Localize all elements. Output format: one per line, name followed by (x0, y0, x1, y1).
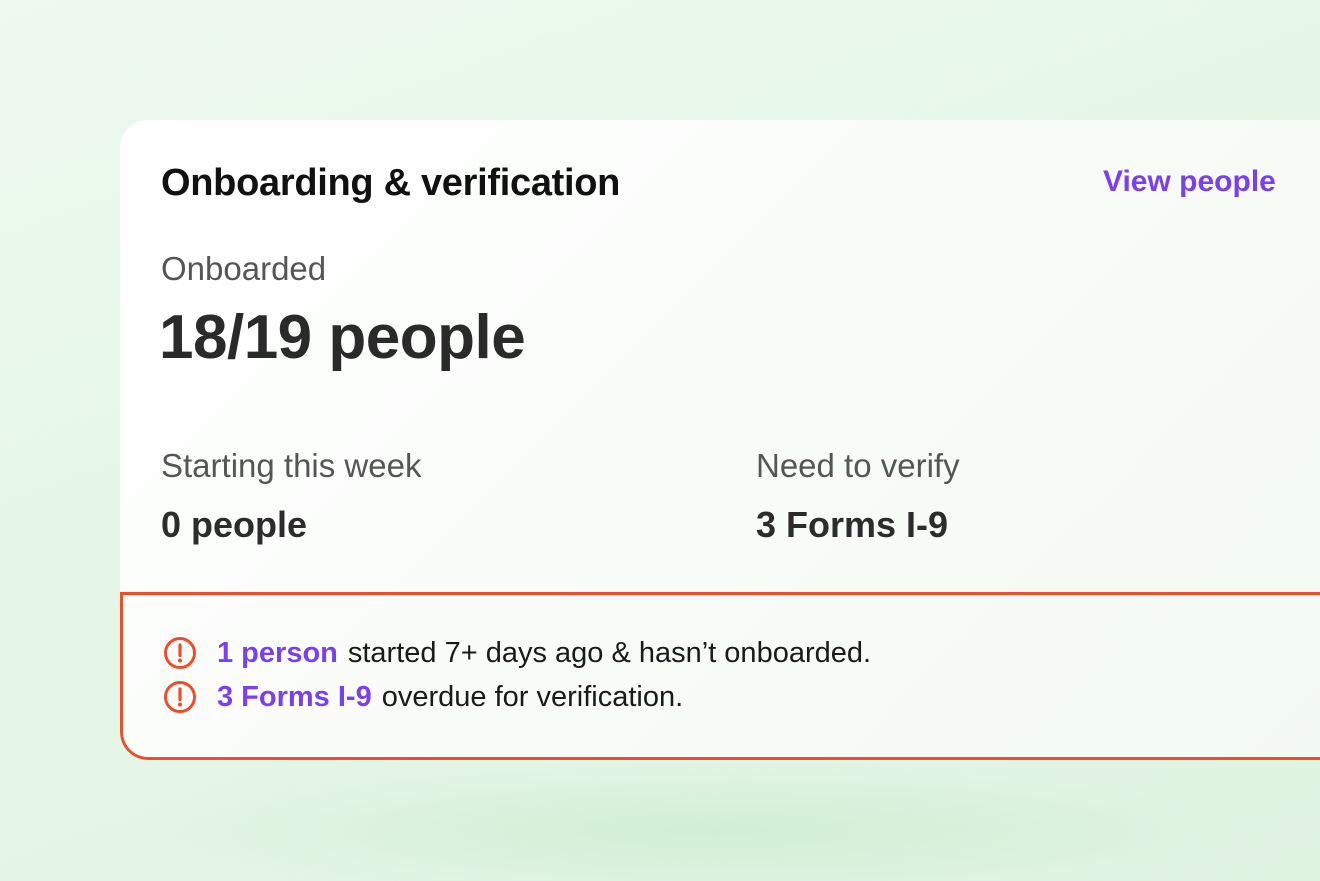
alert-row: 3 Forms I-9 overdue for verification. (163, 677, 683, 717)
alert-text: overdue for verification. (381, 680, 684, 713)
alerts-panel: 1 person started 7+ days ago & hasn’t on… (120, 592, 1320, 760)
starting-this-week-value: 0 people (161, 504, 308, 545)
alert-circle-icon (164, 637, 196, 669)
onboarded-value: 18/19 people (159, 303, 526, 372)
onboarded-label: Onboarded (161, 250, 327, 287)
alert-text: started 7+ days ago & hasn’t onboarded. (347, 636, 872, 669)
onboarding-card: Onboarding & verification View people On… (120, 120, 1320, 760)
alert-row: 1 person started 7+ days ago & hasn’t on… (163, 633, 871, 673)
alert-circle-icon (164, 681, 196, 713)
need-to-verify-value: 3 Forms I-9 (756, 504, 949, 545)
alert-person-link[interactable]: 1 person (217, 637, 338, 670)
starting-this-week-label: Starting this week (161, 447, 422, 484)
alert-forms-link[interactable]: 3 Forms I-9 (217, 681, 372, 714)
view-people-link[interactable]: View people (1103, 162, 1276, 202)
card-title: Onboarding & verification (161, 162, 621, 204)
background-glow (160, 760, 1260, 881)
need-to-verify-label: Need to verify (756, 447, 960, 484)
